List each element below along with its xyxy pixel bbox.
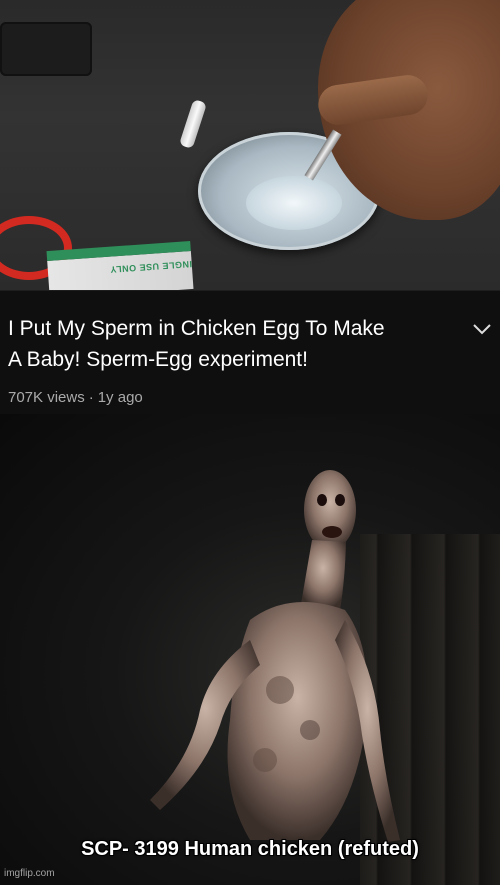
- scp-3199-creature: [150, 470, 400, 842]
- view-count: 707K views: [8, 389, 85, 406]
- meme-caption: SCP- 3199 Human chicken (refuted): [81, 838, 419, 860]
- meme-image: SINGLE USE ONLY I Put My Sperm in Chicke…: [0, 0, 500, 885]
- meta-separator: ·: [88, 389, 94, 406]
- experiment-photo: SINGLE USE ONLY: [0, 0, 500, 290]
- video-title-line1: I Put My Sperm in Chicken Egg To Make: [8, 317, 385, 340]
- upload-age: 1y ago: [97, 389, 143, 406]
- egg-contents: [246, 176, 342, 230]
- video-title[interactable]: I Put My Sperm in Chicken Egg To Make A …: [8, 313, 458, 375]
- video-info-bar[interactable]: I Put My Sperm in Chicken Egg To Make A …: [0, 290, 500, 415]
- syringe-cap: [178, 99, 208, 149]
- imgflip-watermark: imgflip.com: [4, 868, 55, 879]
- creature-photo: [0, 414, 500, 885]
- packet-text: SINGLE USE ONLY: [109, 258, 194, 275]
- phone-object: [0, 22, 92, 76]
- video-title-line2: A Baby! Sperm-Egg experiment!: [8, 348, 308, 371]
- chevron-down-icon[interactable]: [470, 317, 494, 341]
- video-meta: 707K views · 1y ago: [8, 389, 143, 406]
